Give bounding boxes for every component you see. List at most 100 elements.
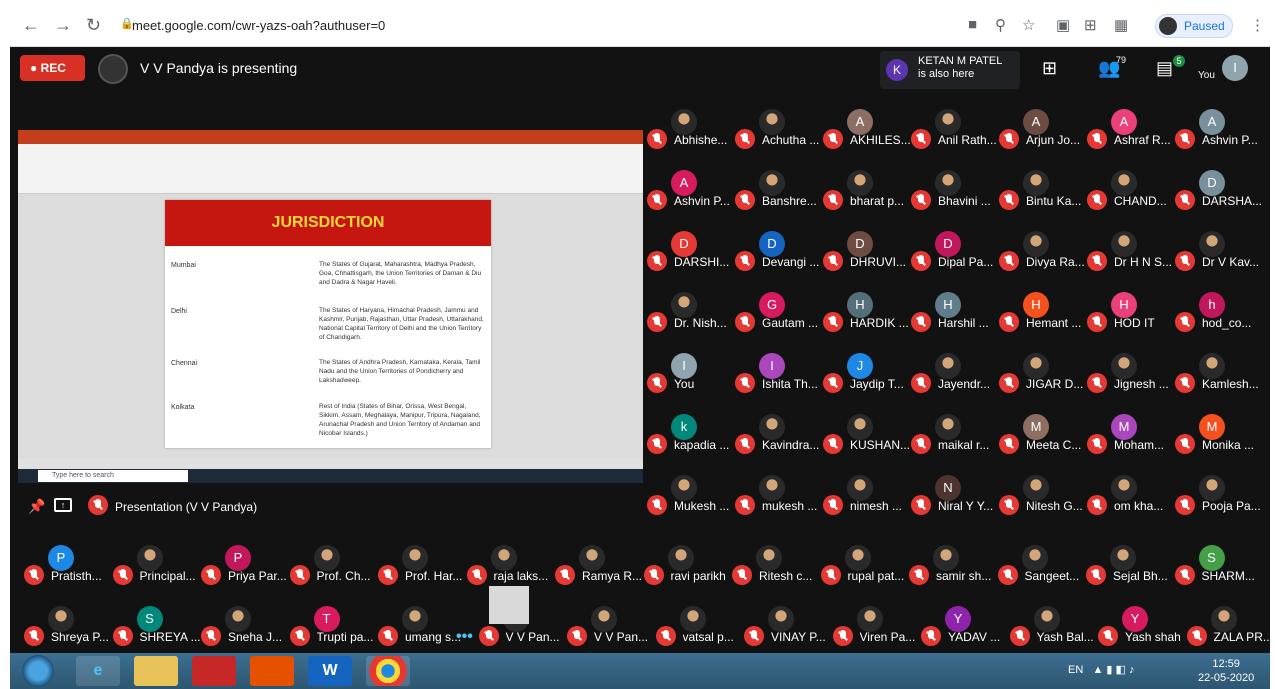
grid-extension-icon[interactable]: ▦ (1114, 16, 1128, 34)
participant-tile[interactable]: KUSHAN... (823, 414, 910, 462)
shared-screen[interactable]: JURISDICTION Mumbai The States of Gujara… (18, 130, 643, 483)
participant-tile[interactable]: A Arjun Jo... (999, 109, 1085, 157)
participant-tile[interactable]: Y YADAV ... (921, 606, 1007, 654)
participant-tile[interactable]: M Meeta C... (999, 414, 1085, 462)
participant-tile[interactable]: N Niral Y Y... (911, 475, 997, 523)
participant-tile[interactable]: Sangeet... (997, 545, 1084, 593)
participant-tile[interactable]: S SHARM... (1174, 545, 1261, 593)
chrome-icon[interactable] (366, 656, 410, 686)
pdf-reader-icon[interactable] (192, 656, 236, 686)
participant-tile[interactable]: Bintu Ka... (999, 170, 1085, 218)
participant-tile[interactable]: H Hemant ... (999, 292, 1085, 340)
participant-tile[interactable]: M Monika ... (1175, 414, 1261, 462)
participant-tile[interactable]: Ramya R... (555, 545, 642, 593)
participant-tile[interactable]: H Harshil ... (911, 292, 997, 340)
participant-tile[interactable]: H HARDIK ... (823, 292, 909, 340)
participant-tile[interactable]: Achutha ... (735, 109, 821, 157)
participant-tile[interactable]: Divya Ra... (999, 231, 1085, 279)
reload-icon[interactable]: ↻ (86, 15, 101, 36)
participant-tile[interactable]: M Moham... (1087, 414, 1173, 462)
back-icon[interactable]: ← (22, 15, 40, 36)
star-icon[interactable]: ☆ (1022, 16, 1035, 34)
participant-tile[interactable]: ravi parikh (643, 545, 730, 593)
participant-tile[interactable]: rupal pat... (820, 545, 907, 593)
chat-icon[interactable]: ▤ (1156, 58, 1173, 79)
participant-tile[interactable]: VINAY P... (744, 606, 830, 654)
more-participants-icon[interactable]: ••• (456, 628, 473, 646)
participant-tile[interactable]: Mukesh ... (647, 475, 733, 523)
participant-tile[interactable]: Dr H N S... (1087, 231, 1173, 279)
facebook-icon[interactable]: ▣ (1056, 16, 1070, 34)
you-avatar[interactable]: I (1222, 55, 1248, 81)
participant-tile[interactable]: A Ashvin P... (1175, 109, 1261, 157)
participant-tile[interactable]: vatsal p... (655, 606, 742, 654)
participant-tile[interactable]: Viren Pa... (832, 606, 919, 654)
participant-tile[interactable]: P Priya Par... (201, 545, 287, 593)
participant-tile[interactable]: S SHREYA ... (112, 606, 200, 654)
also-here-notice[interactable]: K KETAN M PATEL is also here (880, 51, 1020, 89)
system-tray[interactable]: EN ▲ ▮ ◧ ♪ (1068, 663, 1134, 676)
media-player-icon[interactable] (250, 656, 294, 686)
menu-icon[interactable]: ⋮ (1250, 16, 1265, 34)
word-icon[interactable]: W (308, 656, 352, 686)
participant-tile[interactable]: Banshre... (735, 170, 821, 218)
participant-tile[interactable]: Sneha J... (201, 606, 287, 654)
present-screen-icon[interactable]: ↑ (54, 498, 72, 512)
participant-tile[interactable]: h hod_co... (1175, 292, 1261, 340)
language-indicator[interactable]: EN (1068, 664, 1083, 676)
extension-icon[interactable]: ⊞ (1084, 16, 1097, 34)
participant-tile[interactable]: Nitesh G... (999, 475, 1085, 523)
participant-tile[interactable]: umang s... (378, 606, 464, 654)
taskbar-clock[interactable]: 12:59 22-05-2020 (1198, 657, 1254, 685)
participant-tile[interactable]: D DARSHA... (1175, 170, 1262, 218)
participant-tile[interactable]: Bhavini ... (911, 170, 997, 218)
participant-tile[interactable]: Principal... (112, 545, 199, 593)
participant-tile[interactable]: A Ashvin P... (647, 170, 733, 218)
participant-tile[interactable]: Yash Bal... (1009, 606, 1096, 654)
participant-tile[interactable]: Shreya P... (24, 606, 110, 654)
participant-tile[interactable]: Y Yash shah (1098, 606, 1184, 654)
participant-tile[interactable]: om kha... (1087, 475, 1173, 523)
participant-tile[interactable]: Kavindra... (735, 414, 821, 462)
participant-tile[interactable]: Pooja Pa... (1175, 475, 1261, 523)
file-explorer-icon[interactable] (134, 656, 178, 686)
participant-tile[interactable]: Ritesh c... (732, 545, 818, 593)
participant-tile[interactable]: ZALA PR... (1186, 606, 1273, 654)
participant-tile[interactable]: nimesh ... (823, 475, 909, 523)
participant-tile[interactable]: V V Pan... (567, 606, 653, 654)
forward-icon[interactable]: → (54, 15, 72, 36)
profile-button[interactable]: Paused (1155, 14, 1233, 38)
start-button[interactable] (22, 655, 54, 687)
participant-tile[interactable]: D Dipal Pa... (911, 231, 997, 279)
pin-icon[interactable]: 📌 (28, 498, 45, 515)
participant-tile[interactable]: I You (647, 353, 733, 401)
participant-tile[interactable]: Abhishe... (647, 109, 733, 157)
participant-tile[interactable]: maikal r... (911, 414, 997, 462)
participant-tile[interactable]: D DARSHI... (647, 231, 733, 279)
participant-tile[interactable]: D Devangi ... (735, 231, 821, 279)
participant-tile[interactable]: JIGAR D... (999, 353, 1085, 401)
participant-tile[interactable]: Dr. Nish... (647, 292, 733, 340)
participant-tile[interactable]: Anil Rath... (911, 109, 997, 157)
participant-tile[interactable]: bharat p... (823, 170, 909, 218)
participant-tile[interactable]: H HOD IT (1087, 292, 1173, 340)
participant-tile[interactable]: G Gautam ... (735, 292, 821, 340)
participant-tile[interactable]: Prof. Har... (378, 545, 464, 593)
layout-icon[interactable]: ⊞ (1042, 58, 1057, 79)
participant-tile[interactable]: P Pratisth... (24, 545, 110, 593)
participant-tile[interactable]: A Ashraf R... (1087, 109, 1173, 157)
participant-tile[interactable]: I Ishita Th... (735, 353, 821, 401)
participant-tile[interactable]: J Jaydip T... (823, 353, 909, 401)
participant-tile[interactable]: Kamlesh... (1175, 353, 1261, 401)
participant-tile[interactable]: Jignesh ... (1087, 353, 1173, 401)
participant-tile[interactable]: k kapadia ... (647, 414, 733, 462)
participant-tile[interactable]: Dr V Kav... (1175, 231, 1261, 279)
participant-tile[interactable]: D DHRUVI... (823, 231, 909, 279)
participant-tile[interactable]: Jayendr... (911, 353, 997, 401)
participant-tile[interactable]: Prof. Ch... (289, 545, 376, 593)
internet-explorer-icon[interactable]: e (76, 656, 120, 686)
camera-icon[interactable]: ■ (968, 16, 977, 33)
participant-tile[interactable]: T Trupti pa... (289, 606, 376, 654)
participant-tile[interactable]: mukesh ... (735, 475, 821, 523)
participant-tile[interactable]: samir sh... (909, 545, 995, 593)
